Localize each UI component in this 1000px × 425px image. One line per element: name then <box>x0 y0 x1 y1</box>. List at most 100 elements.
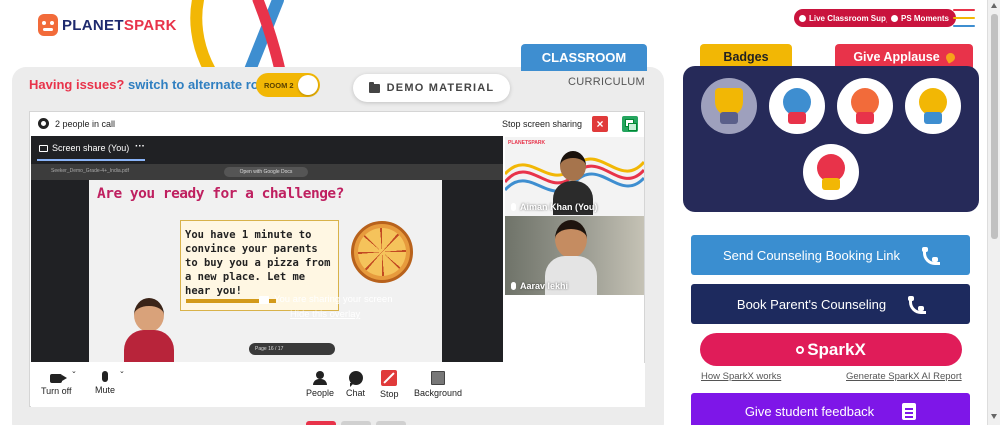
planetspark-logo[interactable]: PLANETSPARK <box>38 14 177 36</box>
close-icon[interactable]: × <box>592 116 608 132</box>
ps-moments-label: PS Moments <box>901 13 950 23</box>
sparkx-button[interactable]: SparkX <box>700 333 962 366</box>
mute-label: Mute <box>95 385 116 395</box>
call-controls: Turn off ⌄ Mute ⌄ People Chat Stop Backg… <box>31 363 645 407</box>
scroll-up-icon[interactable] <box>991 3 997 8</box>
pdf-filename: Seeker_Demo_Grade-4+_India.pdf <box>51 168 129 174</box>
room-toggle-label: ROOM 2 <box>264 80 294 90</box>
slide-text: You have 1 minute to convince your paren… <box>185 229 331 297</box>
yoga-badge-icon[interactable] <box>837 78 893 134</box>
brain-badge-icon[interactable] <box>803 144 859 200</box>
background-button[interactable]: Background <box>414 363 462 398</box>
people-button[interactable]: People <box>306 363 334 398</box>
page-indicator: Page 16 / 17 <box>249 343 335 355</box>
mic-icon <box>511 282 516 290</box>
pager-dot[interactable] <box>376 421 406 425</box>
screen-share-tab[interactable]: Screen share (You) <box>39 143 129 153</box>
ideas-badge-icon[interactable] <box>905 78 961 134</box>
active-tab-indicator <box>37 159 145 161</box>
sparkx-label: SparkX <box>807 339 866 359</box>
badges-panel <box>683 66 979 212</box>
room-toggle[interactable]: ROOM 2 <box>256 73 320 97</box>
participant-name: Aarav lekhi <box>520 281 569 291</box>
stop-share-icon <box>381 370 398 386</box>
chat-icon <box>348 371 363 387</box>
chat-label: Chat <box>346 388 366 398</box>
monitor-icon <box>39 144 48 152</box>
page: PLANETSPARK Live Classroom Support PS Mo… <box>0 0 1000 425</box>
people-icon <box>313 371 328 385</box>
people-count: 2 people in call <box>55 119 116 129</box>
hamburger-menu-icon[interactable] <box>953 9 975 27</box>
tile-logo: PLANETSPARK <box>508 140 546 146</box>
issues-question: Having issues? <box>29 77 125 92</box>
participant-tile[interactable]: Aarav lekhi <box>505 216 644 295</box>
support-icon <box>799 14 806 22</box>
generate-sparkx-report-link[interactable]: Generate SparkX AI Report <box>846 371 962 382</box>
hide-overlay-link[interactable]: Hide this overlay <box>290 309 399 320</box>
clap-icon <box>944 50 957 64</box>
pizza-image <box>351 221 413 283</box>
shared-slide: Are you ready for a challenge? You have … <box>89 180 442 362</box>
chevron-down-icon[interactable]: ⌄ <box>119 367 125 375</box>
screen-share-stage: Screen share (You) ··· Seeker_Demo_Grade… <box>31 136 503 362</box>
gear-icon[interactable] <box>38 118 49 129</box>
give-feedback-label: Give student feedback <box>744 404 875 419</box>
toggle-knob <box>298 75 318 95</box>
more-options-icon[interactable]: ··· <box>135 141 145 152</box>
robot-logo-icon <box>38 14 58 36</box>
scroll-down-icon[interactable] <box>991 414 997 419</box>
book-parent-counseling-button[interactable]: Book Parent's Counseling <box>691 284 970 324</box>
give-student-feedback-button[interactable]: Give student feedback <box>691 393 970 425</box>
stop-sharing-label[interactable]: Stop screen sharing <box>502 119 582 129</box>
badges-tab-label: Badges <box>723 50 769 64</box>
trophy-badge-icon[interactable] <box>701 78 757 134</box>
tab-classroom[interactable]: CLASSROOM <box>521 44 647 71</box>
chevron-down-icon[interactable]: ⌄ <box>71 367 77 375</box>
pdf-toolbar: Seeker_Demo_Grade-4+_India.pdf Open with… <box>31 164 503 180</box>
participant-name: Aiman Khan (You) <box>520 202 598 212</box>
call-top-bar: 2 people in call Stop screen sharing × <box>30 112 644 136</box>
how-sparkx-works-link[interactable]: How SparkX works <box>701 371 781 382</box>
demo-material-button[interactable]: DEMO MATERIAL <box>353 74 510 102</box>
present-switch-icon[interactable] <box>622 116 638 132</box>
microphone-icon <box>102 371 108 382</box>
send-counseling-label: Send Counseling Booking Link <box>722 247 901 263</box>
camera-icon <box>50 374 68 383</box>
send-counseling-link-button[interactable]: Send Counseling Booking Link <box>691 235 970 275</box>
screen-share-tab-label: Screen share (You) <box>52 143 130 153</box>
robot-badge-icon[interactable] <box>769 78 825 134</box>
people-label: People <box>306 388 335 398</box>
sharing-message: You are sharing your screen <box>274 294 393 305</box>
logo-text-secondary: SPARK <box>123 16 177 34</box>
logo-text-primary: PLANET <box>62 16 124 34</box>
book-counseling-label: Book Parent's Counseling <box>736 296 887 312</box>
clipboard-icon <box>902 403 917 420</box>
child-image <box>124 298 174 362</box>
pager-dot[interactable] <box>306 421 336 425</box>
participant-tile[interactable]: PLANETSPARK Aiman Khan (You) <box>505 137 644 216</box>
stop-label: Stop <box>380 389 399 399</box>
turn-off-label: Turn off <box>41 386 72 396</box>
sharing-overlay: You are sharing your screen Hide this ov… <box>259 294 399 320</box>
mic-icon <box>511 203 516 211</box>
applause-tab-label: Give Applause <box>853 50 940 64</box>
page-scrollbar[interactable] <box>987 0 1000 425</box>
scroll-thumb[interactable] <box>991 14 998 239</box>
camera-moments-icon <box>891 14 898 22</box>
issues-message: Having issues? switch to alternate room <box>29 77 278 92</box>
phone-icon <box>908 296 924 312</box>
sparkx-icon <box>796 345 805 354</box>
video-call-window: 2 people in call Stop screen sharing × S… <box>29 111 645 407</box>
pager-dot[interactable] <box>341 421 371 425</box>
stop-share-button[interactable]: Stop <box>380 363 399 399</box>
folder-icon <box>368 81 380 93</box>
ps-moments-button[interactable]: PS Moments <box>886 9 957 27</box>
chat-button[interactable]: Chat <box>346 363 365 398</box>
turn-off-camera-button[interactable]: Turn off <box>41 363 72 396</box>
tab-curriculum[interactable]: CURRICULUM <box>568 76 645 88</box>
mute-button[interactable]: Mute <box>95 363 115 395</box>
background-label: Background <box>414 388 463 398</box>
phone-icon <box>922 247 938 263</box>
slide-title: Are you ready for a challenge? <box>97 186 344 202</box>
